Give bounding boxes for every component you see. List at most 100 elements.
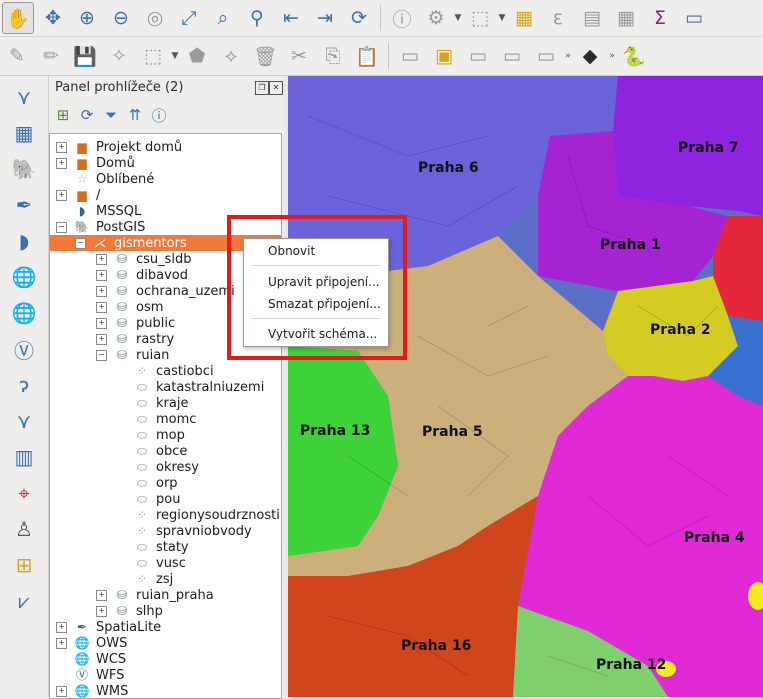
- zoom-to-layer-icon[interactable]: ⚲: [242, 3, 272, 33]
- add-mssql-layer-icon[interactable]: ◗: [7, 226, 41, 256]
- crosshair-icon[interactable]: ⌖: [7, 478, 41, 508]
- filter-icon[interactable]: ⏷: [99, 103, 123, 127]
- tree-item-layer[interactable]: ⬭ okresy: [50, 459, 281, 475]
- highlight-labels-icon[interactable]: ▭: [463, 41, 493, 71]
- add-raster-layer-icon[interactable]: ▦: [7, 118, 41, 148]
- copy-features-icon[interactable]: ⎘: [318, 41, 348, 71]
- refresh-icon[interactable]: ⟳: [75, 103, 99, 127]
- tree-item-postgis[interactable]: − 🐘 PostGIS: [50, 219, 281, 235]
- add-spatialite-layer-icon[interactable]: ✒: [7, 190, 41, 220]
- node-icon[interactable]: ♙: [7, 514, 41, 544]
- menu-item-vytvorit-schema[interactable]: Vytvořit schéma...: [268, 327, 377, 341]
- vector-edit-icon[interactable]: ⩗: [7, 586, 41, 616]
- menu-item-upravit-pripojeni[interactable]: Upravit připojení...: [268, 275, 380, 289]
- identify-icon[interactable]: ⓘ: [387, 3, 417, 33]
- add-vector-layer-icon[interactable]: ⋎: [7, 82, 41, 112]
- expand-icon[interactable]: +: [96, 333, 107, 345]
- collapse-all-icon[interactable]: ⇈: [123, 103, 147, 127]
- show-hide-labels-icon[interactable]: ▭: [497, 41, 527, 71]
- expand-icon[interactable]: +: [56, 685, 67, 697]
- menu-item-obnovit[interactable]: Obnovit: [268, 244, 315, 258]
- expand-icon[interactable]: +: [96, 301, 107, 313]
- map-canvas[interactable]: Praha 6 Praha 7 Praha 1 Praha 2 Praha 13…: [288, 76, 763, 697]
- expand-icon[interactable]: +: [96, 317, 107, 329]
- expand-icon[interactable]: +: [96, 269, 107, 281]
- tree-item-mssql[interactable]: ◗ MSSQL: [50, 203, 281, 219]
- zoom-to-selection-icon[interactable]: ⌕: [208, 3, 238, 33]
- add-wcs-layer-icon[interactable]: 🌐: [7, 298, 41, 328]
- zoom-last-icon[interactable]: ⇤: [276, 3, 306, 33]
- run-action-icon[interactable]: ⚙: [421, 3, 451, 33]
- expand-icon[interactable]: +: [96, 253, 107, 265]
- browser-tree[interactable]: + ▆ Projekt domů + ▆ Domů ☆ Oblíbené + ▆…: [49, 133, 282, 699]
- tree-item-wcs[interactable]: 🌐 WCS: [50, 651, 281, 667]
- move-label-icon[interactable]: ▭: [531, 41, 561, 71]
- tree-item-layer[interactable]: ⬭ mop: [50, 427, 281, 443]
- expand-icon[interactable]: +: [96, 589, 107, 601]
- delete-selected-icon[interactable]: 🗑: [250, 41, 280, 71]
- python-console-icon[interactable]: 🐍: [619, 41, 649, 71]
- tree-item-domu[interactable]: + ▆ Domů: [50, 155, 281, 171]
- pin-labels-icon[interactable]: ▣: [429, 41, 459, 71]
- attribute-table-icon[interactable]: ▤: [577, 3, 607, 33]
- tree-item-layer[interactable]: ⬭ momc: [50, 411, 281, 427]
- pan-map-icon[interactable]: ✋: [2, 2, 34, 34]
- zoom-native-icon[interactable]: ◎: [140, 3, 170, 33]
- refresh-icon[interactable]: ⟳: [344, 3, 374, 33]
- zoom-in-icon[interactable]: ⊕: [72, 3, 102, 33]
- expand-icon[interactable]: +: [56, 621, 67, 633]
- district-map[interactable]: Praha 6 Praha 7 Praha 1 Praha 2 Praha 13…: [288, 76, 763, 697]
- vertex-tool-icon[interactable]: ⟡: [216, 41, 246, 71]
- close-panel-icon[interactable]: ✕: [269, 81, 283, 95]
- select-features-icon[interactable]: ⬚: [465, 3, 495, 33]
- zoom-out-icon[interactable]: ⊖: [106, 3, 136, 33]
- current-edits-icon[interactable]: ✎: [2, 41, 32, 71]
- tree-item-schema-ruian[interactable]: − ⛁ ruian: [50, 347, 281, 363]
- tree-item-layer[interactable]: ⁘ regionysoudrznosti: [50, 507, 281, 523]
- info-icon[interactable]: ⓘ: [147, 103, 171, 127]
- tree-item-layer[interactable]: ⬭ kraje: [50, 395, 281, 411]
- add-selected-layers-icon[interactable]: ⊞: [51, 103, 75, 127]
- tree-item-layer[interactable]: ⁘ spravniobvody: [50, 523, 281, 539]
- cut-features-icon[interactable]: ✂: [284, 41, 314, 71]
- tree-item-layer[interactable]: ⬭ obce: [50, 443, 281, 459]
- tree-item-spatialite[interactable]: + ✒ SpatiaLite: [50, 619, 281, 635]
- tree-item-layer[interactable]: ⬭ katastralniuzemi: [50, 379, 281, 395]
- move-feature-icon[interactable]: ⬚: [138, 41, 168, 71]
- add-wfs-layer-icon[interactable]: Ⓥ: [7, 334, 41, 364]
- expand-icon[interactable]: +: [56, 141, 67, 153]
- expand-icon[interactable]: +: [96, 605, 107, 617]
- tree-item-layer[interactable]: ⬭ orp: [50, 475, 281, 491]
- collapse-icon[interactable]: −: [56, 221, 67, 233]
- zoom-full-icon[interactable]: ⤢: [174, 3, 204, 33]
- deselect-icon[interactable]: ▦: [509, 3, 539, 33]
- add-delimited-text-icon[interactable]: ɂ: [7, 370, 41, 400]
- expand-icon[interactable]: +: [56, 157, 67, 169]
- tree-item-layer[interactable]: ⁘ zsj: [50, 571, 281, 587]
- zoom-next-icon[interactable]: ⇥: [310, 3, 340, 33]
- chevron-down-icon[interactable]: ▼: [170, 51, 180, 61]
- tree-item-schema[interactable]: + ⛁ ruian_praha: [50, 587, 281, 603]
- more-tools-icon[interactable]: »: [607, 51, 617, 61]
- add-postgis-layer-icon[interactable]: 🐘: [7, 154, 41, 184]
- chevron-down-icon[interactable]: ▼: [453, 13, 463, 23]
- statistics-icon[interactable]: Σ: [645, 3, 675, 33]
- measure-icon[interactable]: ▭: [679, 3, 709, 33]
- tree-item-ows[interactable]: + 🌐 OWS: [50, 635, 281, 651]
- tree-item-schema[interactable]: + ⛁ slhp: [50, 603, 281, 619]
- plugin-icon[interactable]: ◆: [575, 41, 605, 71]
- label-icon[interactable]: ▭: [395, 41, 425, 71]
- field-calculator-icon[interactable]: ε: [543, 3, 573, 33]
- tree-item-wfs[interactable]: Ⓥ WFS: [50, 667, 281, 683]
- add-virtual-layer-icon[interactable]: ▥: [7, 442, 41, 472]
- node-tool-icon[interactable]: ⬟: [182, 41, 212, 71]
- tree-item-layer[interactable]: ⁘ castiobci: [50, 363, 281, 379]
- expand-icon[interactable]: +: [56, 637, 67, 649]
- tree-item-layer[interactable]: ⬭ vusc: [50, 555, 281, 571]
- tree-item-layer[interactable]: ⬭ pou: [50, 491, 281, 507]
- tree-item-layer[interactable]: ⬭ staty: [50, 539, 281, 555]
- save-edits-icon[interactable]: 💾: [70, 41, 100, 71]
- toggle-editing-icon[interactable]: ✏: [36, 41, 66, 71]
- paste-features-icon[interactable]: 📋: [352, 41, 382, 71]
- collapse-icon[interactable]: −: [75, 237, 86, 249]
